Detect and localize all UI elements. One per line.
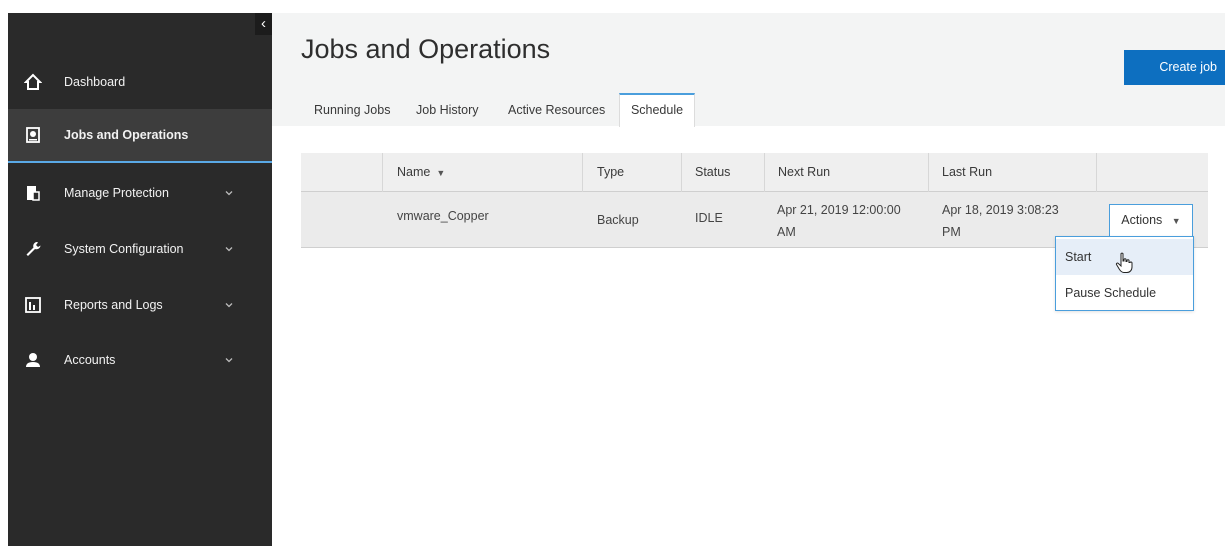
chevron-down-icon [225,191,233,196]
jobs-icon [26,127,40,143]
sidebar-item-label: Manage Protection [64,186,169,200]
tab-job-history[interactable]: Job History [416,93,479,126]
tab-running-jobs[interactable]: Running Jobs [314,93,390,126]
tab-schedule[interactable]: Schedule [619,93,695,127]
chevron-down-icon [225,303,233,308]
caret-down-icon: ▼ [1171,216,1181,226]
cell-next-run: Apr 21, 2019 12:00:00 AM [777,203,901,239]
cell-type: Backup [597,213,639,227]
column-header-status: Status [695,165,731,179]
wrench-icon [26,242,41,256]
column-header-next-run: Next Run [778,165,831,179]
cell-last-run: Apr 18, 2019 3:08:23 PM [942,203,1059,239]
create-job-button[interactable]: Create job [1124,50,1225,85]
page-title: Jobs and Operations [301,34,551,64]
chevron-down-icon [225,247,233,252]
reports-icon [25,297,41,313]
column-header-type: Type [597,165,625,179]
home-icon [24,73,42,90]
menu-item-pause-schedule[interactable]: Pause Schedule [1056,275,1193,311]
column-header-last-run: Last Run [942,165,993,179]
protection-icon [27,186,40,201]
chevron-down-icon [225,358,233,363]
user-icon [26,353,40,367]
sort-down-icon: ▼ [436,168,446,178]
sidebar-collapse-button[interactable]: ‹ [255,13,272,35]
cell-status: IDLE [695,211,723,225]
sidebar-item-label: Dashboard [64,75,126,89]
tab-active-resources[interactable]: Active Resources [508,93,605,126]
page-header [272,13,1225,126]
sidebar-item-label: Accounts [64,353,116,367]
sidebar-item-label: Jobs and Operations [64,128,189,142]
column-header-name[interactable]: Name ▼ [397,153,445,192]
sidebar-item-dashboard[interactable]: Dashboard [8,55,272,109]
table-header: Name ▼ Type Status Next Run Last Run [301,153,1208,192]
sidebar-item-label: System Configuration [64,242,184,256]
sidebar-item-system-configuration[interactable]: System Configuration [8,222,272,276]
cell-name: vmware_Copper [397,209,489,223]
hand-cursor-icon [1115,252,1133,273]
sidebar-item-accounts[interactable]: Accounts [8,333,272,387]
sidebar-item-label: Reports and Logs [64,298,163,312]
sidebar-item-manage-protection[interactable]: Manage Protection [8,166,272,220]
sidebar-item-jobs-and-operations[interactable]: Jobs and Operations [8,109,272,163]
actions-button[interactable]: Actions ▼ [1109,204,1193,237]
sidebar-item-reports-and-logs[interactable]: Reports and Logs [8,278,272,332]
